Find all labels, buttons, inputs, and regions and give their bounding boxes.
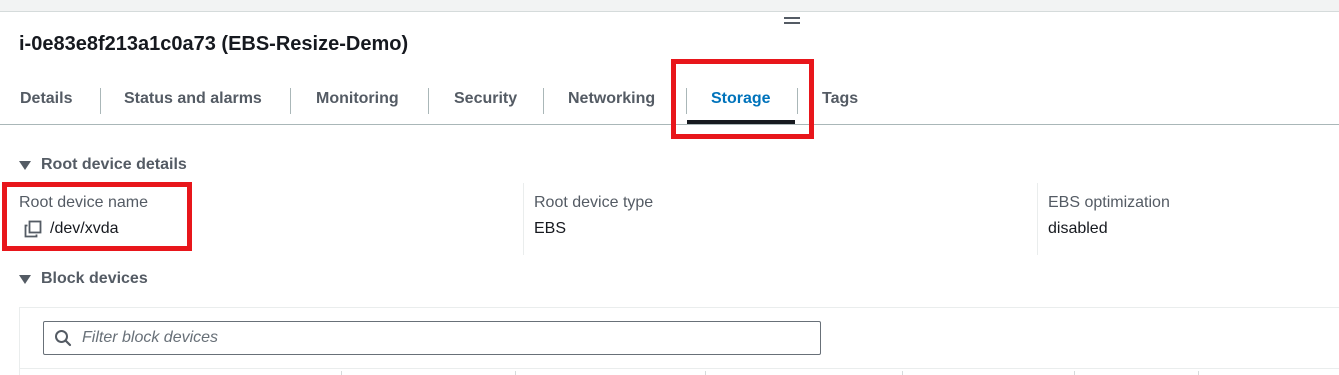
column-separator[interactable] xyxy=(1074,371,1075,375)
search-icon xyxy=(55,330,72,347)
tab-separator xyxy=(428,88,429,114)
block-devices-header[interactable]: Block devices xyxy=(19,270,148,288)
tab-bar: Details Status and alarms Monitoring Sec… xyxy=(0,80,1339,125)
table-header-row xyxy=(19,368,1339,375)
filter-block-devices-box[interactable] xyxy=(43,321,821,355)
column-separator[interactable] xyxy=(515,371,516,375)
storage-tab-highlight xyxy=(671,59,814,139)
ebs-optimization-label: EBS optimization xyxy=(1048,194,1170,211)
caret-down-icon xyxy=(19,160,31,170)
column-divider xyxy=(1037,183,1038,255)
tab-tags[interactable]: Tags xyxy=(822,80,858,124)
root-device-type-value: EBS xyxy=(534,220,567,237)
column-divider xyxy=(523,183,524,255)
column-separator[interactable] xyxy=(902,371,903,375)
column-separator[interactable] xyxy=(341,371,342,375)
root-device-type-field: Root device type EBS xyxy=(534,183,1024,255)
caret-down-icon xyxy=(19,274,31,284)
tab-monitoring[interactable]: Monitoring xyxy=(316,80,399,124)
column-separator[interactable] xyxy=(1198,371,1199,375)
root-device-type-label: Root device type xyxy=(534,194,654,211)
tab-details[interactable]: Details xyxy=(20,80,72,124)
tab-separator xyxy=(100,88,101,114)
column-separator[interactable] xyxy=(705,371,706,375)
section-title: Root device details xyxy=(41,156,187,173)
tab-status-and-alarms[interactable]: Status and alarms xyxy=(124,80,262,124)
ebs-optimization-field: EBS optimization disabled xyxy=(1048,183,1338,255)
top-strip xyxy=(0,0,1339,12)
root-device-details-header[interactable]: Root device details xyxy=(19,156,187,174)
tab-networking[interactable]: Networking xyxy=(568,80,655,124)
ebs-optimization-value: disabled xyxy=(1048,220,1108,237)
section-title: Block devices xyxy=(41,270,148,287)
tab-separator xyxy=(290,88,291,114)
tab-separator xyxy=(543,88,544,114)
filter-block-devices-input[interactable] xyxy=(82,329,802,347)
page-title: i-0e83e8f213a1c0a73 (EBS-Resize-Demo) xyxy=(19,33,409,55)
tab-security[interactable]: Security xyxy=(454,80,517,124)
drag-handle-icon[interactable] xyxy=(784,15,800,25)
root-device-name-highlight xyxy=(2,182,192,251)
